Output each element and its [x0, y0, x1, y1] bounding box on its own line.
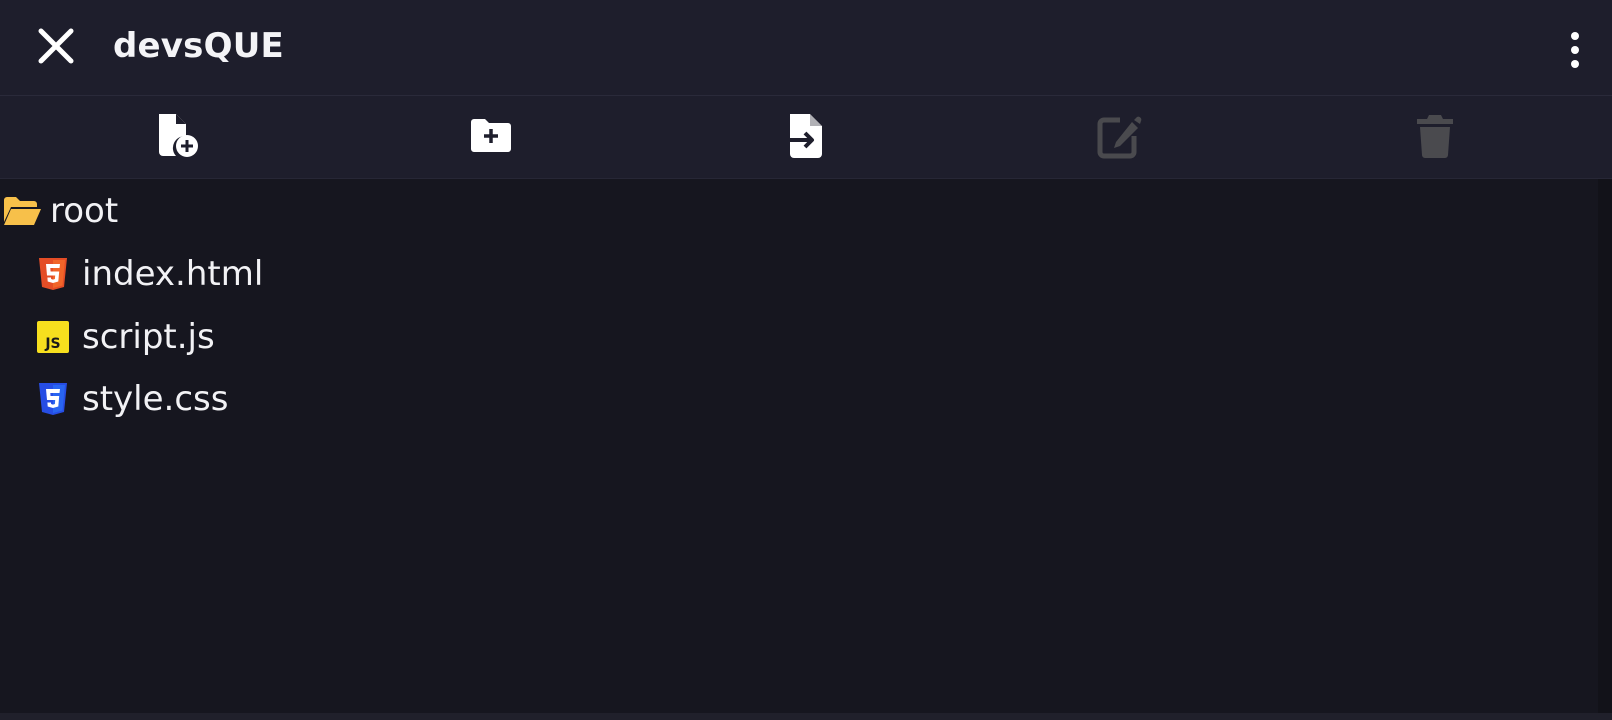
folder-add-icon [471, 119, 511, 152]
tree-item-label: index.html [82, 254, 264, 294]
rename-button[interactable] [1094, 112, 1142, 160]
css3-icon [36, 375, 70, 423]
tree-file-index-html[interactable]: index.html [36, 250, 263, 298]
scrollbar-track[interactable] [1598, 179, 1612, 714]
page-title: devsQUE [113, 26, 284, 66]
file-actions-toolbar [0, 96, 1612, 179]
import-file-button[interactable] [782, 112, 830, 160]
bottom-divider [0, 713, 1612, 720]
file-import-icon [788, 114, 822, 158]
tree-item-label: root [50, 191, 119, 231]
javascript-icon: JS [36, 313, 70, 361]
more-options-button[interactable] [1559, 30, 1591, 70]
tree-file-script-js[interactable]: JS script.js [36, 313, 215, 361]
tree-folder-root[interactable]: root [2, 187, 118, 235]
close-button[interactable] [36, 26, 76, 66]
close-icon [38, 28, 74, 64]
new-file-button[interactable] [154, 112, 202, 160]
tree-item-label: script.js [82, 317, 215, 357]
svg-text:JS: JS [44, 336, 60, 352]
trash-icon [1417, 115, 1453, 158]
edit-icon [1097, 116, 1142, 159]
file-explorer-screen: devsQUE root index.html JS script.js sty… [0, 0, 1612, 720]
new-folder-button[interactable] [467, 112, 515, 160]
tree-file-style-css[interactable]: style.css [36, 375, 228, 423]
file-add-icon [159, 114, 198, 157]
folder-open-icon [2, 187, 42, 235]
delete-button[interactable] [1411, 112, 1459, 160]
html5-icon [36, 250, 70, 298]
app-bar: devsQUE [0, 0, 1612, 96]
more-vertical-icon [1571, 32, 1579, 68]
tree-item-label: style.css [82, 379, 229, 419]
